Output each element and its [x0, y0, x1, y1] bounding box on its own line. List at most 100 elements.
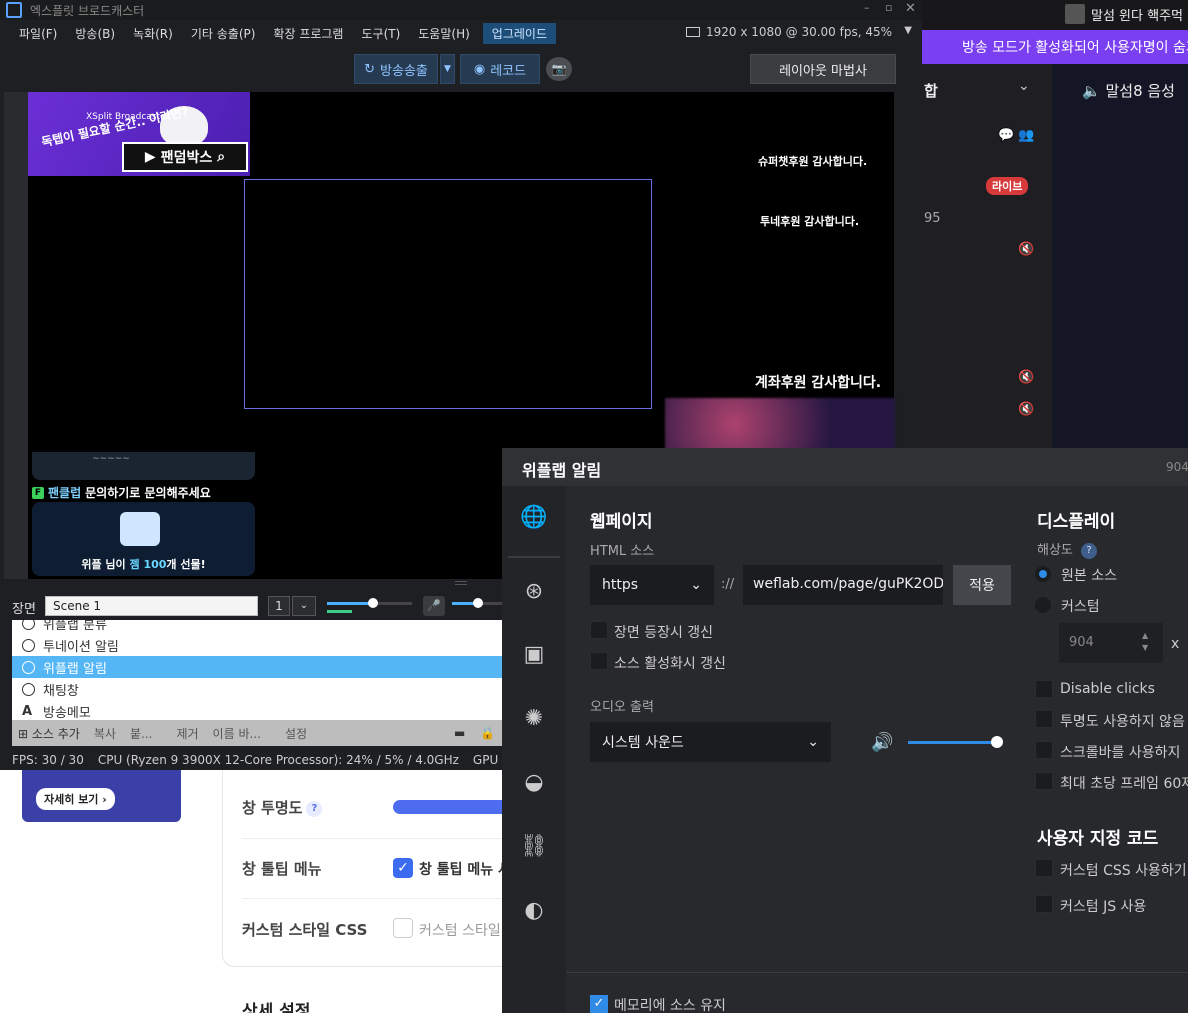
keep-in-memory-checkbox[interactable]: ✓ [590, 995, 608, 1013]
folder-icon[interactable]: ▬ [454, 726, 465, 740]
list-item[interactable]: 채팅창 [12, 678, 502, 700]
menu-broadcast[interactable]: 방송(B) [66, 23, 124, 44]
refresh-source-checkbox[interactable] [590, 652, 608, 670]
camera-icon[interactable]: 📷 [546, 57, 572, 81]
fps-status: FPS: 30 / 30 [12, 753, 84, 767]
custom-css-label: 커스텀 CSS 사용하기 [1060, 863, 1187, 879]
resize-handle[interactable] [455, 581, 467, 585]
url-separator: :// [721, 577, 735, 592]
chat-icon[interactable]: 💬 [998, 128, 1014, 143]
stream-button[interactable]: ↻ 방송송출 [354, 54, 438, 84]
menu-bar: 파일(F) 방송(B) 녹화(R) 기타 송출(P) 확장 프로그램 도구(T)… [0, 22, 922, 44]
resolution-display[interactable]: 1920 x 1080 @ 30.00 fps, 45% [686, 25, 892, 39]
menu-help[interactable]: 도움말(H) [409, 23, 479, 44]
menu-file[interactable]: 파일(F) [10, 23, 66, 44]
globe-icon[interactable]: 🌐 [520, 504, 548, 532]
dialog-header[interactable] [502, 448, 1188, 486]
volume-icon[interactable]: 🔊 [871, 732, 893, 753]
opacity-label: 창 투명도? [242, 797, 323, 818]
user-header[interactable]: 말섬 윈다 핵주먹 [1065, 0, 1188, 28]
help-icon[interactable]: ? [306, 800, 323, 817]
audio-output-select[interactable]: 시스템 사운드 ⌄ [590, 722, 831, 762]
voice-channel-title: 🔈 말섬8 음성 [1082, 82, 1175, 100]
list-item[interactable]: A 방송메모 [12, 700, 502, 721]
scene-name-input[interactable]: Scene 1 [45, 596, 258, 616]
gift-text: 위플 님이 젬 100개 선물! [81, 558, 206, 571]
microphone-icon[interactable]: 🎤 [423, 596, 445, 616]
source-list: 위플랩 분류 투네이션 알림 위플랩 알림 채팅창 A 방송메모 [12, 620, 502, 720]
original-source-radio[interactable] [1035, 566, 1051, 582]
layout-wizard-button[interactable]: 레이아웃 마법사 [750, 54, 896, 84]
apply-button[interactable]: 적용 [953, 565, 1011, 605]
effects-icon[interactable]: ✺ [520, 705, 548, 733]
settings-button[interactable]: 설정 [285, 725, 307, 742]
mute-icon[interactable]: 🔇 [1018, 402, 1034, 417]
listener-count: 95 [924, 211, 941, 226]
no-transparency-checkbox[interactable] [1035, 710, 1053, 728]
remove-button[interactable]: 제거 [176, 725, 198, 742]
refresh-scene-checkbox[interactable] [590, 621, 608, 639]
xsplit-logo-icon [6, 2, 22, 18]
menu-upgrade[interactable]: 업그레이드 [482, 22, 556, 44]
mic-slider-knob[interactable] [473, 598, 483, 608]
mute-icon[interactable]: 🔇 [1018, 242, 1034, 257]
url-input[interactable]: weflab.com/page/guPK2ODAlr [743, 565, 943, 605]
promo-button[interactable]: 자세히 보기 › [36, 788, 115, 810]
css-check-label: 커스텀 스타일 [419, 923, 501, 939]
mute-icon[interactable]: 🔇 [1018, 370, 1034, 385]
color-circles-icon[interactable]: ⊛ [520, 578, 548, 606]
lock-icon[interactable]: 🔒 [480, 726, 495, 740]
layout-icon[interactable]: ▣ [520, 641, 548, 669]
maximize-icon[interactable]: ▫ [885, 1, 892, 14]
protocol-select[interactable]: https ⌄ [590, 565, 714, 605]
scene-label: 장면 [12, 602, 36, 617]
record-button[interactable]: ◉ 레코드 [460, 54, 540, 84]
custom-js-checkbox[interactable] [1035, 895, 1053, 913]
no-scrollbar-checkbox[interactable] [1035, 741, 1053, 759]
copy-button[interactable]: 복사 [94, 725, 116, 742]
css-checkbox[interactable] [393, 918, 413, 938]
source-bounding-box[interactable] [244, 179, 652, 409]
audio-output-label: 오디오 출력 [590, 700, 654, 715]
color-drop-icon[interactable]: ◐ [520, 897, 548, 925]
audio-meter [327, 610, 352, 613]
menu-record[interactable]: 녹화(R) [124, 23, 182, 44]
stream-dropdown[interactable]: ▼ [440, 54, 455, 84]
mask-icon[interactable]: ◒ [520, 769, 548, 797]
rename-button[interactable]: 이름 바... [213, 725, 261, 742]
volume-knob[interactable] [991, 736, 1003, 748]
caret-down-icon[interactable]: ▼ [904, 25, 912, 36]
volume-slider[interactable] [908, 741, 998, 744]
volume-slider-knob[interactable] [368, 598, 378, 608]
chevron-down-icon[interactable]: ⌄ [1018, 78, 1030, 94]
menu-tools[interactable]: 도구(T) [352, 23, 409, 44]
live-badge: 라이브 [986, 177, 1029, 195]
help-icon[interactable]: ? [1081, 542, 1098, 559]
list-item[interactable]: 투네이션 알림 [12, 634, 502, 656]
list-item[interactable]: 위플랩 분류 [12, 620, 502, 634]
chevron-down-icon[interactable]: ⌄ [292, 596, 316, 616]
disable-clicks-checkbox[interactable] [1035, 680, 1053, 698]
menu-extensions[interactable]: 확장 프로그램 [264, 23, 352, 44]
stepper-icon[interactable]: ▲ ▼ [1142, 630, 1148, 654]
status-bar: FPS: 30 / 30 CPU (Ryzen 9 3900X 12-Core … [4, 750, 502, 770]
link-icon[interactable]: ⛓ [520, 833, 548, 861]
custom-css-checkbox[interactable] [1035, 859, 1053, 877]
tooltip-checkbox[interactable]: ✓ [393, 858, 413, 878]
broadcast-mode-banner: 방송 모드가 활성화되어 사용자명이 숨겨집니다 [922, 30, 1188, 64]
promo-card[interactable]: 자세히 보기 › [22, 770, 181, 822]
custom-radio[interactable] [1035, 597, 1051, 613]
voice-panel [1052, 64, 1188, 450]
add-user-icon[interactable]: 👥 [1018, 128, 1034, 143]
list-item-selected[interactable]: 위플랩 알림 [12, 656, 502, 678]
menu-other-output[interactable]: 기타 송출(P) [182, 23, 265, 44]
paste-button[interactable]: 붙... [130, 725, 152, 742]
source-toolbar: ⊞ 소스 추가 복사 붙... 제거 이름 바... 설정 ▬ 🔒 [12, 720, 502, 746]
close-icon[interactable]: ✕ [905, 1, 916, 16]
add-source-button[interactable]: ⊞ 소스 추가 [18, 725, 80, 742]
scene-number[interactable]: 1 [268, 596, 290, 616]
minimize-icon[interactable]: – [864, 1, 870, 14]
max-fps-checkbox[interactable] [1035, 772, 1053, 790]
refresh-scene-label: 장면 등장시 갱신 [614, 625, 714, 641]
opacity-slider[interactable] [393, 800, 502, 814]
